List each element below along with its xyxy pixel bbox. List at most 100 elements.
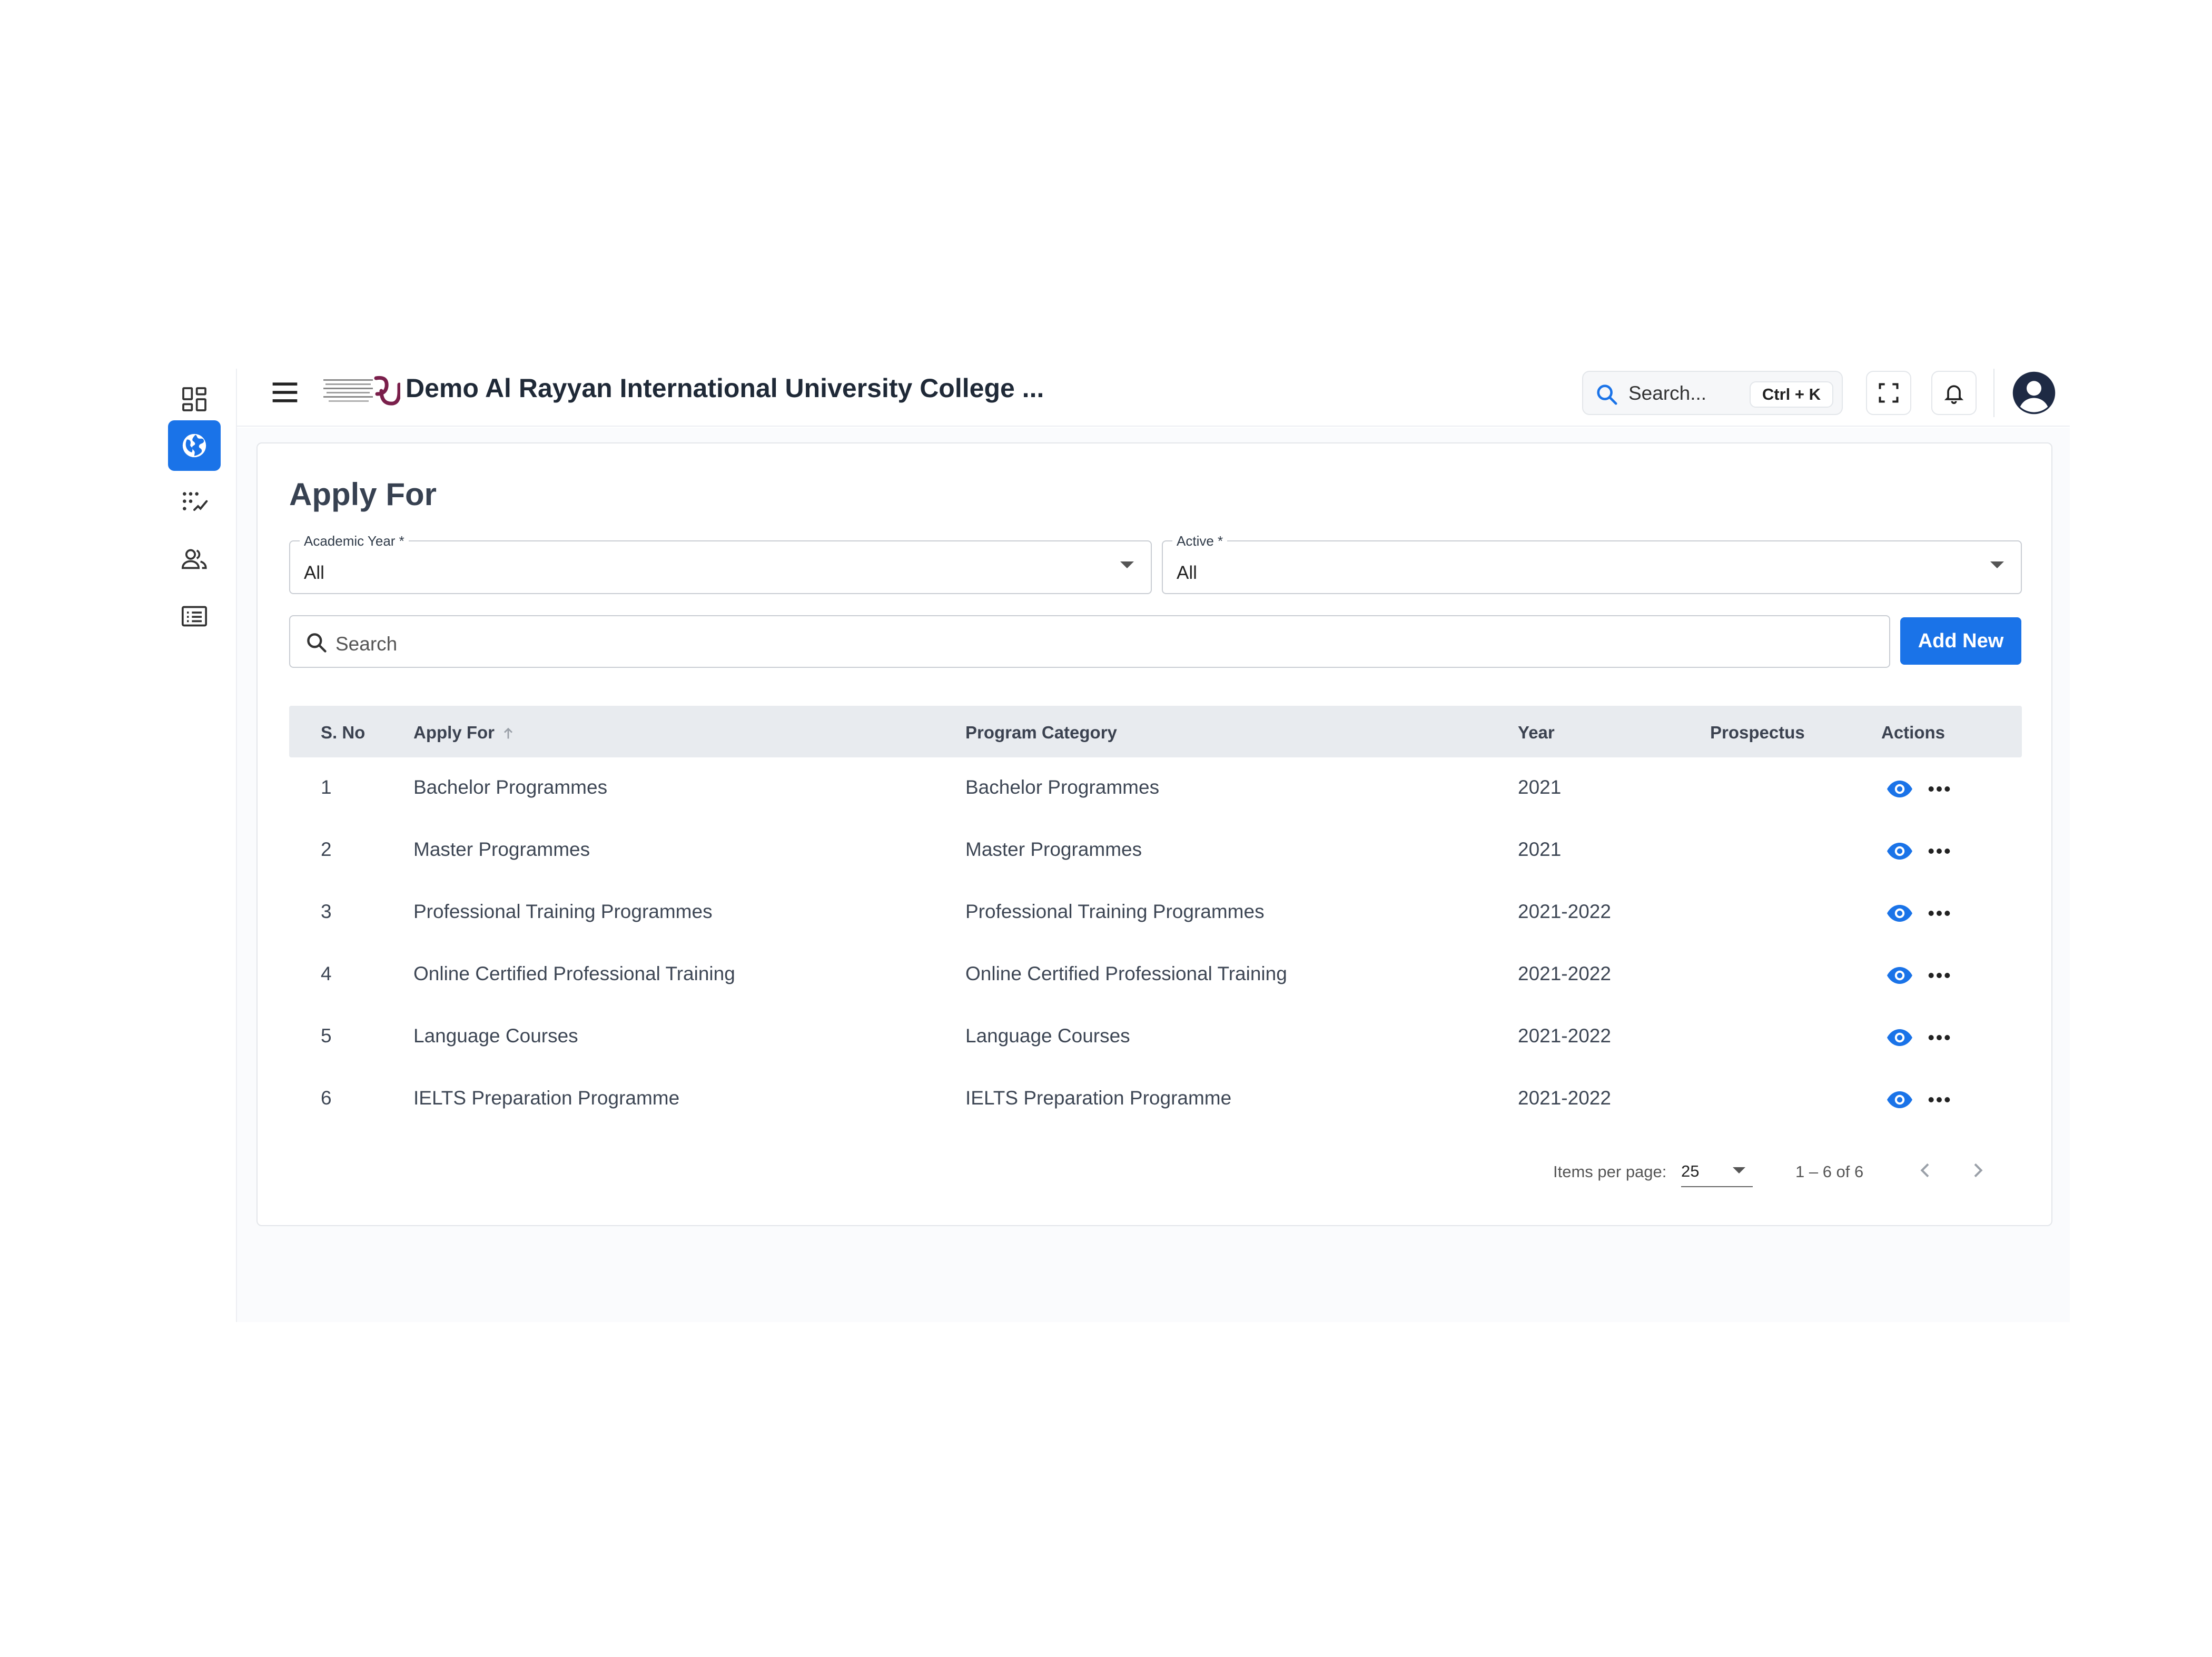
cell-apply-for: Online Certified Professional Training bbox=[413, 963, 735, 984]
previous-page-button[interactable] bbox=[1910, 1155, 1941, 1186]
active-select[interactable]: Active * All bbox=[1162, 533, 2022, 594]
apply-for-card: Apply For Academic Year * All Active * A… bbox=[256, 442, 2052, 1226]
items-per-page-label: Items per page: bbox=[1553, 1162, 1667, 1181]
chevron-right-icon bbox=[1974, 1163, 1983, 1178]
cell-year: 2021 bbox=[1518, 839, 1562, 860]
more-options-icon[interactable] bbox=[1927, 1031, 1951, 1044]
more-options-icon[interactable] bbox=[1927, 907, 1951, 920]
column-header-actions: Actions bbox=[1881, 723, 1946, 742]
column-header-apply-for[interactable]: Apply For bbox=[413, 723, 516, 743]
globe-icon bbox=[182, 433, 206, 458]
cell-sno: 6 bbox=[321, 1087, 332, 1109]
academic-year-label: Academic Year * bbox=[300, 533, 409, 549]
pagination-range: 1 – 6 of 6 bbox=[1795, 1162, 1864, 1181]
id-card-icon bbox=[181, 606, 208, 627]
table-row: 5 Language Courses Language Courses 2021-20… bbox=[289, 1006, 2022, 1068]
sort-arrow-up-icon bbox=[504, 727, 512, 739]
sidebar-item-checklist[interactable] bbox=[168, 477, 221, 528]
add-new-button[interactable]: Add New bbox=[1900, 617, 2021, 665]
view-eye-icon[interactable] bbox=[1886, 780, 1913, 798]
notifications-button[interactable] bbox=[1931, 371, 1977, 415]
chevron-left-icon bbox=[1920, 1163, 1929, 1178]
items-per-page-select[interactable]: 25 bbox=[1681, 1156, 1753, 1187]
active-value: All bbox=[1177, 563, 1197, 583]
cell-apply-for: Professional Training Programmes bbox=[413, 901, 713, 922]
view-eye-icon[interactable] bbox=[1886, 1028, 1913, 1047]
global-search-placeholder: Search... bbox=[1628, 382, 1707, 404]
header-divider bbox=[1993, 369, 1994, 417]
university-logo bbox=[323, 376, 400, 406]
next-page-button[interactable] bbox=[1962, 1155, 1993, 1186]
chevron-down-icon bbox=[1733, 1167, 1745, 1173]
cell-program-category: Language Courses bbox=[965, 1025, 1130, 1047]
search-icon bbox=[307, 633, 327, 653]
column-header-prospectus[interactable]: Prospectus bbox=[1710, 723, 1805, 743]
cell-program-category: Master Programmes bbox=[965, 839, 1142, 860]
chevron-down-icon bbox=[1120, 561, 1134, 568]
chevron-down-icon bbox=[1990, 561, 2004, 568]
dashboard-grid-icon bbox=[182, 387, 206, 411]
more-options-icon[interactable] bbox=[1927, 845, 1951, 857]
cell-program-category: IELTS Preparation Programme bbox=[965, 1087, 1232, 1109]
view-eye-icon[interactable] bbox=[1886, 966, 1913, 985]
fullscreen-icon bbox=[1879, 383, 1899, 403]
cell-year: 2021-2022 bbox=[1518, 901, 1611, 922]
table-body: 1 Bachelor Programmes Bachelor Programmes 2… bbox=[289, 757, 2022, 1130]
table-row: 4 Online Certified Professional Training O… bbox=[289, 944, 2022, 1006]
app-title: Demo Al Rayyan International University … bbox=[406, 373, 1044, 403]
cell-program-category: Bachelor Programmes bbox=[965, 776, 1160, 798]
cell-apply-for: Bachelor Programmes bbox=[413, 776, 608, 798]
view-eye-icon[interactable] bbox=[1886, 1090, 1913, 1109]
fullscreen-button[interactable] bbox=[1866, 371, 1911, 415]
column-header-year[interactable]: Year bbox=[1518, 723, 1555, 743]
cell-sno: 2 bbox=[321, 839, 332, 860]
cell-year: 2021-2022 bbox=[1518, 1025, 1611, 1047]
sidebar-item-globe[interactable] bbox=[168, 420, 221, 471]
academic-year-select[interactable]: Academic Year * All bbox=[289, 533, 1152, 594]
cell-apply-for: IELTS Preparation Programme bbox=[413, 1087, 680, 1109]
users-icon bbox=[181, 549, 207, 569]
more-options-icon[interactable] bbox=[1927, 1093, 1951, 1106]
sidebar-item-users[interactable] bbox=[168, 534, 221, 585]
cell-year: 2021 bbox=[1518, 776, 1562, 798]
app-root: Demo Al Rayyan International University … bbox=[0, 0, 2212, 1657]
hamburger-menu-button[interactable] bbox=[266, 374, 303, 411]
active-label: Active * bbox=[1172, 533, 1228, 549]
checklist-icon bbox=[183, 492, 208, 511]
sidebar-item-id-card[interactable] bbox=[168, 591, 221, 642]
global-search-button[interactable]: Search... Ctrl + K bbox=[1582, 371, 1843, 415]
cell-program-category: Professional Training Programmes bbox=[965, 901, 1265, 922]
sidebar-item-dashboard[interactable] bbox=[168, 374, 221, 425]
cell-apply-for: Master Programmes bbox=[413, 839, 590, 860]
more-options-icon[interactable] bbox=[1927, 783, 1951, 795]
page-title: Apply For bbox=[289, 477, 437, 512]
cell-sno: 3 bbox=[321, 901, 332, 922]
cell-program-category: Online Certified Professional Training bbox=[965, 963, 1287, 984]
table-header-row: S. No Apply For Program Category Year Pr… bbox=[289, 706, 2022, 757]
sidebar-rail bbox=[166, 369, 237, 1322]
search-shortcut-badge: Ctrl + K bbox=[1749, 381, 1833, 408]
cell-sno: 4 bbox=[321, 963, 332, 984]
column-header-sno[interactable]: S. No bbox=[321, 723, 365, 743]
bell-icon bbox=[1944, 385, 1964, 405]
table-search-input[interactable]: Search bbox=[289, 615, 1890, 668]
view-eye-icon[interactable] bbox=[1886, 904, 1913, 923]
user-avatar-icon[interactable] bbox=[2012, 371, 2056, 415]
cell-year: 2021-2022 bbox=[1518, 1087, 1611, 1109]
column-header-program-category[interactable]: Program Category bbox=[965, 723, 1117, 743]
cell-year: 2021-2022 bbox=[1518, 963, 1611, 984]
view-eye-icon[interactable] bbox=[1886, 842, 1913, 861]
table-row: 2 Master Programmes Master Programmes 2021 bbox=[289, 820, 2022, 882]
cell-apply-for: Language Courses bbox=[413, 1025, 578, 1047]
cell-sno: 1 bbox=[321, 776, 332, 798]
apply-for-table: S. No Apply For Program Category Year Pr… bbox=[289, 706, 2022, 1130]
academic-year-value: All bbox=[304, 563, 324, 583]
more-options-icon[interactable] bbox=[1927, 969, 1951, 982]
table-row: 3 Professional Training Programmes Profess… bbox=[289, 882, 2022, 944]
search-icon bbox=[1597, 384, 1617, 405]
cell-sno: 5 bbox=[321, 1025, 332, 1047]
table-row: 1 Bachelor Programmes Bachelor Programmes 2… bbox=[289, 757, 2022, 820]
table-row: 6 IELTS Preparation Programme IELTS Prepar… bbox=[289, 1068, 2022, 1130]
table-search-placeholder: Search bbox=[335, 633, 398, 655]
items-per-page-value: 25 bbox=[1681, 1162, 1700, 1180]
